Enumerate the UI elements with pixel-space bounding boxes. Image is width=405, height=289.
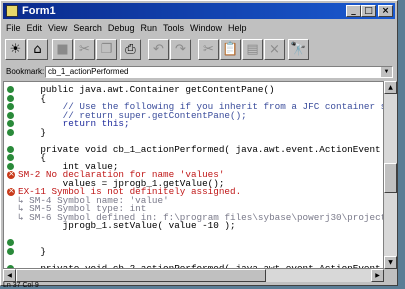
status-bar: Ln 37 Col 9 bbox=[0, 282, 398, 289]
breakpoint-marker-icon[interactable] bbox=[7, 94, 14, 102]
cut2-icon[interactable]: ✂ bbox=[198, 39, 219, 60]
title-bar[interactable]: Form1 _ □ × bbox=[3, 3, 395, 19]
menu-run[interactable]: Run bbox=[137, 21, 160, 36]
code-text: } bbox=[18, 126, 46, 138]
breakpoint-marker-icon[interactable] bbox=[7, 103, 14, 110]
code-text: public java.awt.Container getContentPane… bbox=[18, 84, 275, 95]
app-icon[interactable] bbox=[6, 5, 18, 17]
undo-icon[interactable]: ↶ bbox=[148, 39, 169, 60]
cursor-position: Ln 37 Col 9 bbox=[3, 282, 39, 289]
minimize-button[interactable]: _ bbox=[346, 5, 361, 17]
maximize-button[interactable]: □ bbox=[361, 5, 376, 17]
window-title: Form1 bbox=[22, 5, 56, 17]
clipboard-icon[interactable]: ▤ bbox=[242, 39, 263, 60]
menu-debug[interactable]: Debug bbox=[105, 21, 138, 36]
breakpoint-marker-icon[interactable] bbox=[7, 145, 14, 153]
main-window: Form1 _ □ × File Edit View Search Debug Run To… bbox=[0, 0, 398, 286]
menu-search[interactable]: Search bbox=[70, 21, 105, 36]
bookmark-bar: Bookmark: cb_1_actionPerformed ▼ bbox=[3, 65, 395, 79]
print-icon[interactable]: ⎙ bbox=[120, 39, 141, 60]
code-editor[interactable]: public java.awt.Container getContentPane… bbox=[3, 81, 384, 269]
bookmark-label: Bookmark: bbox=[6, 67, 45, 76]
close-button[interactable]: × bbox=[378, 5, 393, 17]
menu-tools[interactable]: Tools bbox=[160, 21, 187, 36]
home-icon[interactable]: ⌂ bbox=[27, 39, 48, 60]
breakpoint-marker-icon[interactable] bbox=[7, 111, 14, 119]
vertical-scroll-thumb[interactable] bbox=[384, 163, 397, 193]
paste-icon[interactable]: 📋 bbox=[220, 39, 241, 60]
scroll-up-icon[interactable]: ▲ bbox=[384, 81, 397, 94]
menu-edit[interactable]: Edit bbox=[24, 21, 46, 36]
breakpoint-marker-icon[interactable] bbox=[7, 128, 14, 136]
error-icon[interactable] bbox=[7, 168, 15, 180]
toolbar: ☀ ⌂ ■ ✂ ❐ ⎙ ↶ ↷ ✂ 📋 ▤ × 🔭 bbox=[3, 38, 395, 62]
run-icon[interactable]: ☀ bbox=[5, 39, 26, 60]
vertical-scrollbar[interactable]: ▲ ▼ bbox=[384, 81, 397, 269]
copy-icon[interactable]: ❐ bbox=[96, 39, 117, 60]
cut-icon[interactable]: ✂ bbox=[74, 39, 95, 60]
code-text: private void cb_1_actionPerformed( java.… bbox=[18, 143, 384, 155]
scroll-right-icon[interactable]: ▶ bbox=[371, 269, 384, 282]
horizontal-scrollbar[interactable]: ◀ ▶ bbox=[3, 269, 384, 282]
breakpoint-marker-icon[interactable] bbox=[7, 120, 14, 127]
chevron-down-icon[interactable]: ▼ bbox=[381, 67, 392, 77]
horizontal-scroll-thumb[interactable] bbox=[16, 269, 266, 282]
redo-icon[interactable]: ↷ bbox=[170, 39, 191, 60]
scroll-left-icon[interactable]: ◀ bbox=[3, 269, 16, 282]
menu-window[interactable]: Window bbox=[187, 21, 225, 36]
code-text: } bbox=[18, 245, 46, 257]
bookmark-dropdown[interactable]: cb_1_actionPerformed ▼ bbox=[45, 66, 393, 78]
scroll-down-icon[interactable]: ▼ bbox=[384, 256, 397, 269]
error-icon[interactable] bbox=[7, 185, 15, 197]
code-text: jprogb_1.setValue( value -10 ); bbox=[18, 220, 236, 231]
window-controls: _ □ × bbox=[346, 5, 393, 17]
breakpoint-marker-icon[interactable] bbox=[7, 86, 14, 93]
stop-icon[interactable]: ■ bbox=[52, 39, 73, 60]
breakpoint-marker-icon[interactable] bbox=[7, 239, 14, 246]
delete-icon[interactable]: × bbox=[264, 39, 285, 60]
menu-file[interactable]: File bbox=[3, 21, 24, 36]
bookmark-value: cb_1_actionPerformed bbox=[48, 67, 129, 76]
breakpoint-marker-icon[interactable] bbox=[7, 247, 14, 255]
find-icon[interactable]: 🔭 bbox=[288, 39, 309, 60]
menu-bar: File Edit View Search Debug Run Tools Window Hel… bbox=[3, 21, 395, 36]
breakpoint-marker-icon[interactable] bbox=[7, 154, 14, 161]
menu-help[interactable]: Help bbox=[225, 21, 250, 36]
menu-view[interactable]: View bbox=[45, 21, 70, 36]
